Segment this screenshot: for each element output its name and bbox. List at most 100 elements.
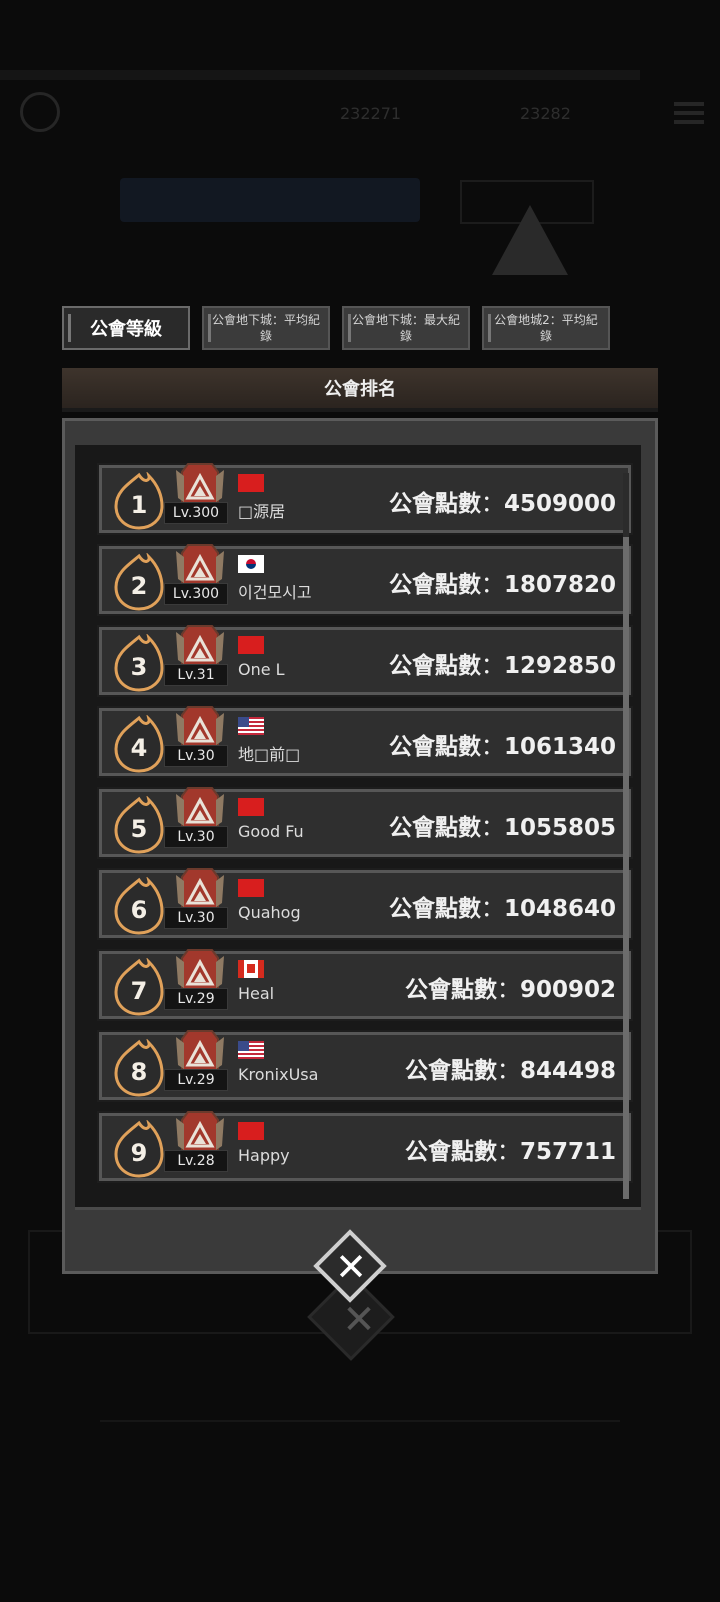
bg-bottom-bar	[100, 1420, 620, 1572]
ranking-row[interactable]: 8 Lv.29 KronixUsa 公會點數：844498	[97, 1030, 633, 1102]
points-value: 1807820	[503, 572, 616, 598]
tab-guild-dungeon-average[interactable]: 公會地下城：平均紀錄	[202, 306, 330, 350]
flame-rank-icon: 1	[114, 472, 164, 530]
points-value: 900902	[519, 977, 616, 1003]
points-value: 1292850	[503, 653, 616, 679]
points-value: 1048640	[503, 896, 616, 922]
guild-name: 이건모시고	[238, 583, 312, 602]
country-flag-icon	[238, 879, 264, 897]
tab-marker	[348, 314, 351, 342]
points-value: 844498	[519, 1058, 616, 1084]
rank-number: 5	[130, 815, 148, 843]
flame-rank-icon: 8	[114, 1039, 164, 1097]
guild-points: 公會點數：1061340	[389, 727, 616, 761]
guild-level: Lv.31	[164, 664, 228, 686]
ranking-row[interactable]: 3 Lv.31 One L 公會點數：1292850	[97, 625, 633, 697]
guild-level: Lv.29	[164, 1069, 228, 1091]
guild-level: Lv.300	[164, 502, 228, 524]
guild-points: 公會點數：1807820	[389, 565, 616, 599]
ranking-tabs: 公會等級 公會地下城：平均紀錄 公會地下城：最大紀錄 公會地城2：平均紀錄	[62, 306, 622, 350]
points-separator: ：	[496, 977, 520, 1003]
tab-label: 公會地下城：平均紀錄	[211, 313, 320, 343]
points-label: 公會點數	[404, 1058, 497, 1084]
rank-number: 1	[130, 491, 148, 519]
close-button[interactable]: ✕	[313, 1229, 387, 1303]
guild-points: 公會點數：900902	[405, 970, 616, 1004]
country-flag-icon	[238, 636, 264, 654]
flame-rank-icon: 6	[114, 877, 164, 935]
guild-ranking-panel: 1 Lv.300 □源居 公會點數：4509000 2 Lv.300 이건모시고…	[62, 418, 658, 1274]
points-label: 公會點數	[388, 572, 481, 598]
ranking-row[interactable]: 1 Lv.300 □源居 公會點數：4509000	[97, 463, 633, 535]
points-label: 公會點數	[388, 491, 481, 517]
points-label: 公會點數	[388, 734, 481, 760]
country-flag-icon	[238, 1041, 264, 1059]
ranking-row[interactable]: 2 Lv.300 이건모시고 公會點數：1807820	[97, 544, 633, 616]
bg-banner	[120, 178, 420, 222]
guild-name: □源居	[238, 502, 286, 521]
guild-name: 地□前□	[238, 745, 301, 764]
close-icon: ✕	[342, 1297, 376, 1343]
country-flag-icon	[238, 1122, 264, 1140]
guild-level: Lv.30	[164, 907, 228, 929]
close-icon: ✕	[335, 1245, 367, 1289]
country-flag-icon	[238, 555, 264, 573]
flame-rank-icon: 5	[114, 796, 164, 854]
flame-rank-icon: 4	[114, 715, 164, 773]
menu-icon	[674, 102, 704, 124]
guild-level: Lv.30	[164, 745, 228, 767]
ranking-row[interactable]: 6 Lv.30 Quahog 公會點數：1048640	[97, 868, 633, 940]
rank-number: 7	[130, 977, 148, 1005]
guild-name: Heal	[238, 984, 275, 1003]
bg-hud-value: 23282	[520, 104, 571, 123]
points-separator: ：	[480, 815, 504, 841]
tab-label: 公會地下城：最大紀錄	[351, 313, 460, 343]
points-value: 757711	[519, 1139, 616, 1165]
tab-marker	[488, 314, 491, 342]
tab-label: 公會等級	[90, 319, 162, 340]
ranking-row[interactable]: 7 Lv.29 Heal 公會點數：900902	[97, 949, 633, 1021]
tower-icon	[492, 205, 568, 275]
points-label: 公會點數	[388, 653, 481, 679]
guild-points: 公會點數：1048640	[389, 889, 616, 923]
guild-name: Quahog	[238, 903, 301, 922]
ranking-row[interactable]: 5 Lv.30 Good Fu 公會點數：1055805	[97, 787, 633, 859]
guild-name: One L	[238, 660, 285, 679]
gear-icon	[20, 92, 60, 132]
guild-name: Good Fu	[238, 822, 304, 841]
scrollbar-thumb[interactable]	[623, 537, 629, 1199]
ranking-row[interactable]: 9 Lv.28 Happy 公會點數：757711	[97, 1111, 633, 1183]
tab-marker	[68, 314, 71, 342]
guild-points: 公會點數：4509000	[389, 484, 616, 518]
points-separator: ：	[480, 653, 504, 679]
country-flag-icon	[238, 960, 264, 978]
country-flag-icon	[238, 474, 264, 492]
tab-guild-level[interactable]: 公會等級	[62, 306, 190, 350]
points-separator: ：	[496, 1058, 520, 1084]
flame-rank-icon: 2	[114, 553, 164, 611]
points-separator: ：	[496, 1139, 520, 1165]
guild-points: 公會點數：757711	[405, 1132, 616, 1166]
country-flag-icon	[238, 717, 264, 735]
rank-number: 3	[130, 653, 148, 681]
points-label: 公會點數	[404, 977, 497, 1003]
guild-name: Happy	[238, 1146, 290, 1165]
ranking-row[interactable]: 4 Lv.30 地□前□ 公會點數：1061340	[97, 706, 633, 778]
tab-guild-dungeon2-average[interactable]: 公會地城2：平均紀錄	[482, 306, 610, 350]
points-value: 1061340	[503, 734, 616, 760]
scrollbar[interactable]	[623, 473, 629, 1199]
flame-rank-icon: 3	[114, 634, 164, 692]
guild-level: Lv.300	[164, 583, 228, 605]
points-separator: ：	[480, 572, 504, 598]
guild-points: 公會點數：1292850	[389, 646, 616, 680]
ranking-list[interactable]: 1 Lv.300 □源居 公會點數：4509000 2 Lv.300 이건모시고…	[75, 445, 641, 1210]
rank-number: 4	[130, 734, 148, 762]
points-value: 1055805	[503, 815, 616, 841]
panel-title: 公會排名	[62, 368, 658, 412]
bg-hud: 232271 23282	[20, 92, 710, 136]
points-label: 公會點數	[388, 896, 481, 922]
bg-top-bar	[0, 70, 640, 80]
rank-number: 8	[130, 1058, 148, 1086]
tab-guild-dungeon-max[interactable]: 公會地下城：最大紀錄	[342, 306, 470, 350]
rank-number: 9	[130, 1139, 148, 1167]
